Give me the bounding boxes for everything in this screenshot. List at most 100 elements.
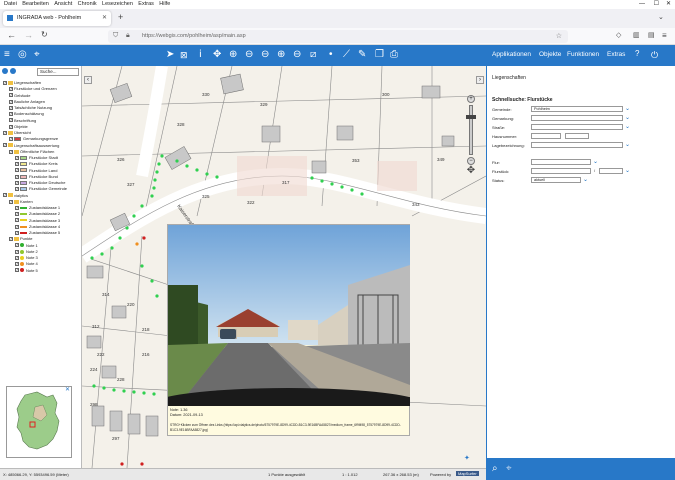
zoom-next-icon[interactable]: ⊕	[277, 49, 285, 61]
zoom-extent-icon[interactable]: ⊖	[293, 49, 301, 61]
layer-tree-item[interactable]: ✓ Note 2	[15, 249, 38, 254]
layer-checkbox[interactable]: ✓	[15, 155, 19, 160]
library-icon[interactable]: ▥	[633, 31, 640, 39]
layer-checkbox[interactable]: ✓	[9, 137, 13, 142]
zoom-previous-icon[interactable]: ⊖	[261, 49, 269, 61]
status-select[interactable]: aktuell	[531, 177, 581, 183]
pan-icon[interactable]: ✥	[213, 49, 221, 61]
layer-tree-item[interactable]: ✓ Zustandsklasse 3	[15, 218, 60, 223]
layer-checkbox[interactable]: ✓	[9, 237, 13, 242]
layer-checkbox[interactable]: ✓	[15, 168, 19, 173]
layer-tree-item[interactable]: ✓ Flurstücke Stadt	[15, 155, 58, 160]
select-box-icon[interactable]: ⊠	[180, 49, 188, 61]
tab-list-icon[interactable]: ⌄	[658, 13, 664, 21]
layer-checkbox[interactable]: ✓	[3, 80, 7, 85]
chevron-down-icon[interactable]: ⌄	[625, 106, 630, 112]
layer-checkbox[interactable]: ✓	[15, 224, 19, 229]
info-icon[interactable]: ⅰ	[199, 49, 202, 61]
expand-all-icon[interactable]	[10, 68, 16, 74]
scale-readout[interactable]: 1 : 1.012	[342, 472, 358, 477]
layer-checkbox[interactable]: ✓	[15, 255, 19, 260]
layer-checkbox[interactable]: ✓	[15, 205, 19, 210]
collapse-all-icon[interactable]	[2, 68, 8, 74]
layer-search-input[interactable]: Suche...	[37, 68, 79, 76]
chevron-down-icon[interactable]: ⌄	[625, 142, 630, 148]
pan-control-icon[interactable]: ✥	[465, 165, 477, 177]
layers-menu-icon[interactable]: ≡	[4, 49, 10, 61]
back-icon[interactable]: ←	[7, 30, 16, 40]
measure-icon[interactable]: ⟋	[343, 49, 350, 61]
layer-tree-item[interactable]: ✓Gebäude	[9, 93, 30, 98]
layer-tree-item[interactable]: ✓Tatsächliche Nutzung	[9, 105, 52, 110]
lage-select[interactable]	[531, 142, 623, 148]
layer-checkbox[interactable]: ✓	[15, 243, 19, 248]
layer-checkbox[interactable]: ✓	[15, 212, 19, 217]
forward-icon[interactable]: →	[24, 30, 33, 40]
layer-tree-item[interactable]: ✓ Gemarkungsgrenze	[9, 136, 58, 141]
gemeinde-select[interactable]: Pohlheim	[531, 106, 623, 112]
layer-tree-item[interactable]: ✓ Zustandsklasse 5	[15, 230, 60, 235]
chevron-down-icon[interactable]: ⌄	[625, 124, 630, 130]
layer-tree-item[interactable]: ✓ Flurstücke Kreis	[15, 161, 58, 166]
layer-checkbox[interactable]: ✓	[15, 262, 19, 267]
menu-ansicht[interactable]: Ansicht	[54, 1, 72, 7]
chevron-down-icon[interactable]: ⌄	[583, 177, 588, 183]
draw-line-icon[interactable]: ✎	[358, 49, 366, 61]
layer-tree-item[interactable]: ✓ Zustandsklasse 1	[15, 205, 60, 210]
layer-checkbox[interactable]: ✓	[3, 193, 7, 198]
layer-checkbox[interactable]: ✓	[9, 118, 13, 123]
layer-checkbox[interactable]: ✓	[15, 174, 19, 179]
browser-tab[interactable]: INGRADA web - Pohlheim ✕	[3, 11, 111, 26]
copy-icon[interactable]: ❐	[375, 49, 384, 61]
menu-chronik[interactable]: Chronik	[78, 1, 97, 7]
hamburger-menu-icon[interactable]: ≡	[662, 31, 667, 40]
layer-checkbox[interactable]: ✓	[15, 249, 19, 254]
zoom-out-icon[interactable]: ⊖	[245, 49, 253, 61]
layer-checkbox[interactable]: ✓	[3, 143, 7, 148]
layer-checkbox[interactable]: ✓	[15, 268, 19, 273]
close-overview-icon[interactable]: ✕	[65, 386, 70, 393]
layer-tree-item[interactable]: ✓ Flurstücke Deutsche	[15, 180, 65, 185]
locate-icon[interactable]: ⌖	[506, 463, 512, 474]
chevron-down-icon[interactable]: ⌄	[625, 115, 630, 121]
menu-objekte[interactable]: Objekte	[539, 51, 561, 58]
layer-tree-item[interactable]: ✓ Liegenschaften	[3, 80, 41, 85]
collapse-left-panel-icon[interactable]: ‹	[84, 76, 92, 84]
shield-icon[interactable]: ⛉	[113, 32, 118, 40]
layer-checkbox[interactable]: ✓	[9, 99, 13, 104]
layer-checkbox[interactable]: ✓	[15, 218, 19, 223]
layer-tree-item[interactable]: ✓ Note 3	[15, 255, 38, 260]
layer-tree-item[interactable]: ✓Bauliche Anlagen	[9, 99, 45, 104]
layer-tree-item[interactable]: ✓ Zustandsklasse 2	[15, 211, 60, 216]
book-icon[interactable]: ⌖	[34, 49, 40, 61]
pocket-icon[interactable]: ◇	[616, 31, 621, 39]
layer-tree-item[interactable]: ✓ Flurstücke Gemeinde	[15, 186, 67, 191]
new-tab-button[interactable]: +	[118, 12, 123, 22]
layer-tree-item[interactable]: ✓ Note 1	[15, 243, 38, 248]
hausnummer-input[interactable]	[531, 133, 561, 139]
minimize-icon[interactable]: —	[639, 0, 645, 9]
print-icon[interactable]: ⎙	[390, 49, 398, 61]
zoom-out-map-button[interactable]: −	[467, 157, 475, 165]
layer-tree-item[interactable]: ✓ Zustandsklasse 4	[15, 224, 60, 229]
overview-map[interactable]: ✕	[6, 386, 72, 458]
menu-datei[interactable]: Datei	[4, 1, 17, 7]
power-icon[interactable]: ⏻	[651, 49, 658, 61]
close-window-icon[interactable]: ✕	[666, 0, 671, 9]
collapse-right-panel-icon[interactable]: ›	[476, 76, 484, 84]
hausnummer-zusatz-input[interactable]	[565, 133, 589, 139]
layer-tree-item[interactable]: ✓ Übersicht	[3, 130, 31, 135]
url-field[interactable]: ⛉ 🔒︎ https://webgis.com/pohlheim/asp/mai…	[108, 30, 568, 43]
zoom-handle[interactable]	[466, 115, 476, 119]
zoom-in-map-button[interactable]: +	[467, 95, 475, 103]
search-icon[interactable]: ⌕	[492, 463, 498, 474]
menu-extras-app[interactable]: Extras	[607, 51, 625, 58]
layer-tree-item[interactable]: ✓Flurstücke und Grenzen	[9, 86, 57, 91]
layer-tree-item[interactable]: ✓ vialytics	[3, 193, 28, 198]
layer-tree-item[interactable]: ✓ Flurstücke Land	[15, 168, 57, 173]
layer-checkbox[interactable]: ✓	[9, 93, 13, 98]
zoom-slider[interactable]: + − ✥	[465, 95, 477, 177]
layer-tree-item[interactable]: ✓Bodenschätzung	[9, 111, 44, 116]
sidebar-icon[interactable]: ▤	[648, 31, 655, 39]
menu-applikationen[interactable]: Applikationen	[492, 51, 531, 58]
